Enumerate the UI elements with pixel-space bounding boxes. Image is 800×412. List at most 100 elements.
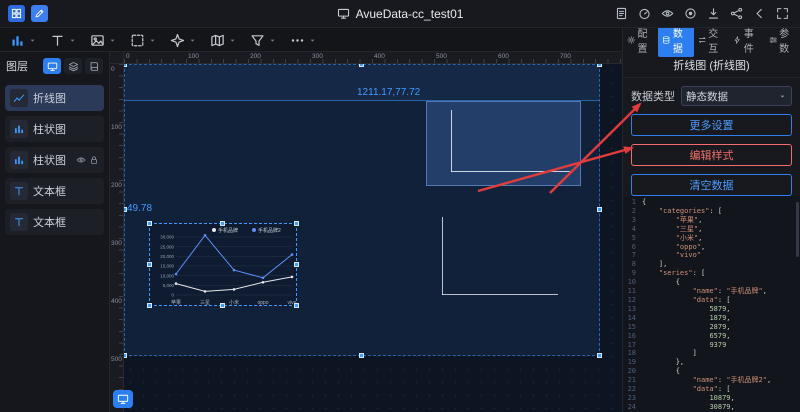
resize-handle[interactable] bbox=[294, 221, 299, 226]
tab-params[interactable]: 参数 bbox=[765, 23, 800, 57]
swap-icon bbox=[698, 35, 706, 45]
resize-handle[interactable] bbox=[147, 221, 152, 226]
resize-handle[interactable] bbox=[124, 353, 127, 358]
bar-chart-widget[interactable] bbox=[426, 101, 581, 186]
decoration-icon bbox=[170, 33, 185, 48]
border-tool[interactable] bbox=[130, 33, 157, 48]
map-tool[interactable] bbox=[210, 33, 237, 48]
tab-interaction[interactable]: 交互 bbox=[694, 23, 729, 57]
doc-view-button[interactable] bbox=[85, 58, 103, 74]
bar-chart-x-axis bbox=[451, 171, 570, 172]
layer-item-label: 文本框 bbox=[33, 214, 66, 230]
tab-config[interactable]: 配置 bbox=[623, 23, 658, 57]
screen-title: AvueData-cc_test01 bbox=[356, 7, 464, 21]
topbar-left bbox=[8, 5, 48, 22]
resize-handle[interactable] bbox=[147, 303, 152, 308]
params-icon bbox=[769, 35, 777, 45]
ruler-number: 500 bbox=[436, 53, 447, 60]
svg-text:25,000: 25,000 bbox=[160, 244, 174, 249]
resize-handle[interactable] bbox=[597, 207, 602, 212]
ruler-left: 0100200300400500 bbox=[110, 64, 124, 412]
data-type-select[interactable]: 静态数据 bbox=[681, 86, 792, 106]
screen-view-button[interactable] bbox=[43, 58, 61, 74]
topbar-right bbox=[612, 4, 792, 23]
layer-list: 折线图柱状图柱状图文本框文本框 bbox=[0, 85, 109, 235]
resize-handle[interactable] bbox=[294, 303, 299, 308]
drag-size-label: 49.78 bbox=[127, 203, 152, 214]
resize-handle[interactable] bbox=[147, 262, 152, 267]
edit-style-button[interactable]: 编辑样式 bbox=[631, 144, 792, 166]
fullscreen-button[interactable] bbox=[773, 4, 792, 23]
line-chart-widget[interactable]: 30,00025,00020,00015,00010,0005,0000苹果三星… bbox=[149, 223, 297, 306]
media-tool[interactable] bbox=[90, 33, 117, 48]
ruler-number: 100 bbox=[188, 53, 199, 60]
resize-handle[interactable] bbox=[597, 353, 602, 358]
artboard[interactable]: 1211.17,77.72 49.78 30,00025,00020,00015… bbox=[124, 64, 600, 356]
resize-handle[interactable] bbox=[220, 303, 225, 308]
new-screen-button[interactable] bbox=[31, 5, 48, 22]
tab-data[interactable]: 数据 bbox=[658, 23, 693, 57]
editor-scrollbar[interactable] bbox=[796, 202, 799, 257]
share-button[interactable] bbox=[727, 4, 746, 23]
download-button[interactable] bbox=[704, 4, 723, 23]
preview-button[interactable] bbox=[658, 4, 677, 23]
screen-title-icon-slot bbox=[337, 7, 350, 20]
ruler-corner bbox=[110, 52, 124, 64]
chart-tool[interactable] bbox=[10, 33, 37, 48]
expand-icon bbox=[776, 7, 789, 20]
svg-text:小米: 小米 bbox=[229, 299, 239, 306]
layer-item-label: 柱状图 bbox=[33, 121, 66, 137]
caret-down-icon bbox=[228, 36, 237, 45]
bar-chart-2-x-axis bbox=[442, 294, 558, 295]
layers-view-button[interactable] bbox=[64, 58, 82, 74]
ruler-number: 200 bbox=[111, 182, 122, 189]
layers-icon bbox=[68, 61, 79, 72]
canvas-viewport[interactable]: 1211.17,77.72 49.78 30,00025,00020,00015… bbox=[124, 64, 625, 412]
filter-tool[interactable] bbox=[250, 33, 277, 48]
ruler-number: 700 bbox=[560, 53, 571, 60]
text-icon bbox=[13, 185, 25, 197]
caret-down-icon bbox=[108, 36, 117, 45]
download-icon bbox=[707, 7, 720, 20]
resize-handle[interactable] bbox=[294, 262, 299, 267]
svg-text:oppo: oppo bbox=[257, 300, 268, 306]
resize-handle[interactable] bbox=[359, 353, 364, 358]
ruler-number: 400 bbox=[374, 53, 385, 60]
layer-item[interactable]: 柱状图 bbox=[5, 116, 104, 142]
more-settings-button[interactable]: 更多设置 bbox=[631, 114, 792, 136]
text-icon bbox=[13, 216, 25, 228]
data-editor[interactable]: 123456789101112131415161718192021222324 … bbox=[623, 196, 800, 412]
editor-code: { "categories": [ "苹果", "三星", "小米", "opp… bbox=[639, 196, 800, 412]
tab-event[interactable]: 事件 bbox=[729, 23, 764, 57]
toolbar-row: 配置数据交互事件参数 bbox=[0, 28, 800, 52]
resize-handle[interactable] bbox=[124, 64, 127, 67]
resize-handle[interactable] bbox=[597, 64, 602, 67]
record-button[interactable] bbox=[681, 4, 700, 23]
caret-down-icon bbox=[778, 92, 787, 101]
decoration-tool[interactable] bbox=[170, 33, 197, 48]
inspector-panel: 折线图 (折线图) 数据类型 静态数据 更多设置编辑样式清空数据 1234567… bbox=[622, 52, 800, 412]
layer-item[interactable]: 文本框 bbox=[5, 209, 104, 235]
layer-item[interactable]: 文本框 bbox=[5, 178, 104, 204]
ruler-top: 0100200300400500600700800 bbox=[124, 52, 625, 64]
text-tool[interactable] bbox=[50, 33, 77, 48]
bar-chart-widget-2[interactable] bbox=[442, 217, 558, 295]
line-chart-svg: 30,00025,00020,00015,00010,0005,0000苹果三星… bbox=[150, 224, 298, 307]
resize-handle[interactable] bbox=[220, 221, 225, 226]
layer-item[interactable]: 折线图 bbox=[5, 85, 104, 111]
layer-item-label: 文本框 bbox=[33, 183, 66, 199]
more-tool[interactable] bbox=[290, 33, 317, 48]
layer-item[interactable]: 柱状图 bbox=[5, 147, 104, 173]
layer-item-icon-tile bbox=[10, 151, 28, 169]
clear-data-button[interactable]: 清空数据 bbox=[631, 174, 792, 196]
resize-handle[interactable] bbox=[359, 64, 364, 67]
data-type-value: 静态数据 bbox=[686, 89, 774, 104]
scale-helper-button[interactable] bbox=[113, 390, 133, 408]
doc-button[interactable] bbox=[612, 4, 631, 23]
resize-handle[interactable] bbox=[124, 207, 127, 212]
event-icon bbox=[733, 35, 741, 45]
app-logo-button[interactable] bbox=[8, 5, 25, 22]
layers-header: 图层 bbox=[0, 52, 109, 80]
dashboard-button[interactable] bbox=[635, 4, 654, 23]
back-button[interactable] bbox=[750, 4, 769, 23]
